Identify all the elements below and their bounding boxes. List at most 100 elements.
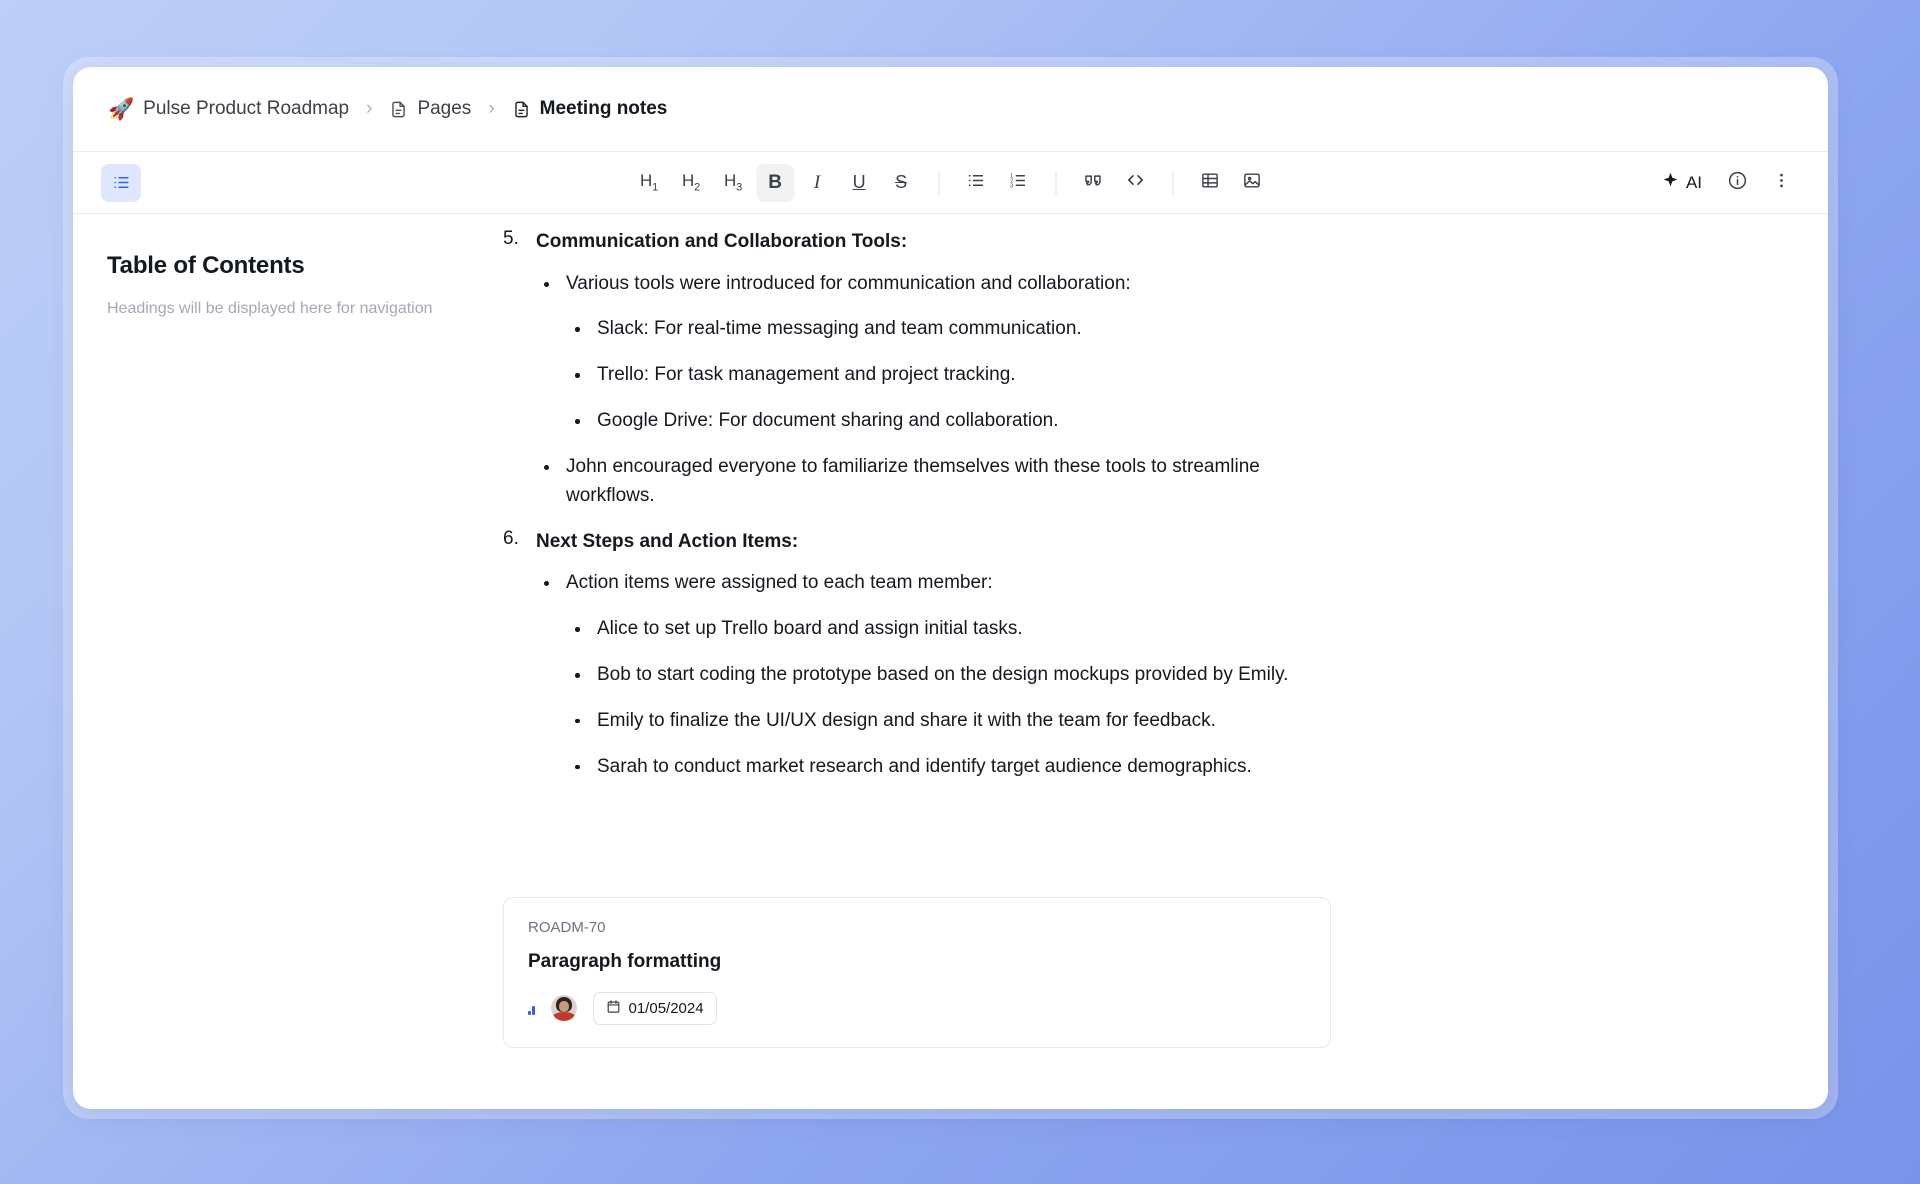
heading-1-label: H1 (640, 171, 658, 194)
underline-button[interactable]: U (840, 164, 878, 202)
heading-2-label: H2 (682, 171, 700, 194)
list-item-text: Emily to finalize the UI/UX design and s… (597, 709, 1216, 731)
quote-icon (1083, 170, 1104, 196)
list-item-text: Slack: For real-time messaging and team … (597, 318, 1082, 340)
info-icon (1727, 170, 1748, 196)
insert-table-button[interactable] (1191, 164, 1229, 202)
task-card-wrapper: ROADM-70 Paragraph formatting 01/05/2024 (503, 896, 1343, 1048)
heading-3-label: H3 (724, 171, 742, 194)
toolbar-right-group: AI (1651, 164, 1800, 202)
list-item: Google Drive: For document sharing and c… (566, 407, 1343, 436)
list-item: Emily to finalize the UI/UX design and s… (566, 707, 1343, 736)
document-icon (389, 100, 408, 119)
document-icon (512, 100, 531, 119)
section-bullet-list: Action items were assigned to each team … (536, 569, 1343, 781)
toolbar-divider-3 (1172, 170, 1173, 195)
list-item-text: Bob to start coding the prototype based … (597, 664, 1289, 686)
bullet-list-button[interactable] (957, 164, 995, 202)
task-title: Paragraph formatting (528, 950, 722, 972)
section-heading: Next Steps and Action Items: (536, 530, 799, 552)
assignee-avatar[interactable] (550, 995, 577, 1022)
list-item-text: Action items were assigned to each team … (566, 572, 993, 594)
list-item-text: Google Drive: For document sharing and c… (597, 410, 1059, 432)
list-item: Sarah to conduct market research and ide… (566, 753, 1343, 782)
breadcrumb-current-label: Meeting notes (539, 98, 668, 119)
list-item: Alice to set up Trello board and assign … (566, 615, 1343, 644)
svg-text:3: 3 (1010, 183, 1013, 189)
list-item: John encouraged everyone to familiarize … (536, 453, 1343, 511)
task-meta-row: 01/05/2024 (528, 991, 1306, 1025)
section-heading: Communication and Collaboration Tools: (536, 231, 908, 252)
list-item-text: Alice to set up Trello board and assign … (597, 618, 1023, 640)
strikethrough-label: S (895, 172, 907, 192)
bold-button[interactable]: B (756, 163, 794, 202)
toc-toggle-button[interactable] (101, 163, 141, 202)
breadcrumb-workspace-label: Pulse Product Roadmap (143, 98, 350, 119)
document-section: Next Steps and Action Items: Action item… (503, 528, 1343, 782)
list-item: Bob to start coding the prototype based … (566, 661, 1343, 690)
italic-label: I (813, 171, 821, 193)
editor-work-area: Table of Contents Headings will be displ… (73, 214, 1828, 1109)
section-bullet-list: Various tools were introduced for commun… (536, 270, 1343, 511)
document-content[interactable]: Communication and Collaboration Tools: V… (503, 214, 1343, 1048)
breadcrumb-pages-label: Pages (417, 98, 472, 119)
info-button[interactable] (1718, 164, 1756, 202)
blockquote-button[interactable] (1074, 164, 1112, 202)
task-key: ROADM-70 (528, 918, 606, 936)
toolbar-left-group (101, 163, 141, 202)
table-of-contents-panel: Table of Contents Headings will be displ… (73, 214, 503, 1109)
list-item: Slack: For real-time messaging and team … (566, 315, 1343, 344)
list-item-text: Sarah to conduct market research and ide… (597, 755, 1252, 777)
breadcrumb-separator-2: › (488, 98, 495, 119)
calendar-icon (606, 999, 621, 1018)
list-item-text: Various tools were introduced for commun… (566, 272, 1131, 294)
heading-1-button[interactable]: H1 (630, 164, 668, 202)
due-date-label: 01/05/2024 (628, 999, 704, 1017)
bold-label: B (768, 171, 782, 193)
toolbar-format-group: H1 H2 H3 B I U S 1 2 3 (630, 163, 1271, 202)
toolbar-divider-2 (1055, 170, 1056, 195)
ordered-list-icon: 1 2 3 (1009, 171, 1028, 195)
sparkle-icon (1661, 171, 1680, 195)
image-icon (1243, 171, 1262, 195)
strikethrough-button[interactable]: S (882, 164, 920, 202)
insert-image-button[interactable] (1233, 164, 1271, 202)
list-item-text: John encouraged everyone to familiarize … (566, 456, 1260, 506)
due-date-chip[interactable]: 01/05/2024 (592, 991, 717, 1025)
document-scroll-area[interactable]: Communication and Collaboration Tools: V… (503, 214, 1828, 1109)
ai-label: AI (1685, 172, 1702, 192)
nested-bullet-list: Slack: For real-time messaging and team … (566, 315, 1343, 436)
breadcrumb: 🚀 Pulse Product Roadmap › Pages › Meetin… (73, 67, 1828, 152)
app-window: 🚀 Pulse Product Roadmap › Pages › Meetin… (73, 67, 1828, 1109)
breadcrumb-item-pages[interactable]: Pages (384, 94, 476, 124)
code-block-button[interactable] (1116, 164, 1154, 202)
breadcrumb-item-current-page[interactable]: Meeting notes (507, 94, 673, 124)
toc-title: Table of Contents (107, 252, 305, 279)
table-icon (1201, 171, 1220, 195)
list-item: Various tools were introduced for commun… (536, 270, 1343, 437)
breadcrumb-separator: › (366, 98, 373, 119)
list-item-text: Trello: For task management and project … (597, 364, 1016, 386)
document-section: Communication and Collaboration Tools: V… (503, 228, 1343, 511)
more-vertical-icon (1772, 171, 1791, 195)
nested-bullet-list: Alice to set up Trello board and assign … (566, 615, 1343, 782)
list-item: Trello: For task management and project … (566, 361, 1343, 390)
more-options-button[interactable] (1762, 164, 1800, 202)
app-frame: 🚀 Pulse Product Roadmap › Pages › Meetin… (63, 57, 1838, 1119)
priority-bars-icon[interactable] (528, 1002, 535, 1015)
heading-2-button[interactable]: H2 (672, 164, 710, 202)
numbered-section-list: Communication and Collaboration Tools: V… (503, 228, 1343, 782)
toolbar-divider-1 (938, 170, 939, 195)
breadcrumb-item-workspace[interactable]: 🚀 Pulse Product Roadmap (103, 94, 354, 124)
heading-3-button[interactable]: H3 (714, 164, 752, 202)
ai-button[interactable]: AI (1651, 165, 1712, 201)
list-item: Action items were assigned to each team … (536, 569, 1343, 781)
underline-label: U (852, 172, 866, 192)
task-card[interactable]: ROADM-70 Paragraph formatting 01/05/2024 (503, 896, 1331, 1048)
code-icon (1125, 170, 1145, 195)
bullet-list-icon (967, 171, 986, 195)
toc-empty-message: Headings will be displayed here for navi… (107, 300, 433, 317)
italic-button[interactable]: I (798, 164, 836, 202)
ordered-list-button[interactable]: 1 2 3 (999, 164, 1037, 202)
rocket-emoji: 🚀 (108, 97, 135, 121)
